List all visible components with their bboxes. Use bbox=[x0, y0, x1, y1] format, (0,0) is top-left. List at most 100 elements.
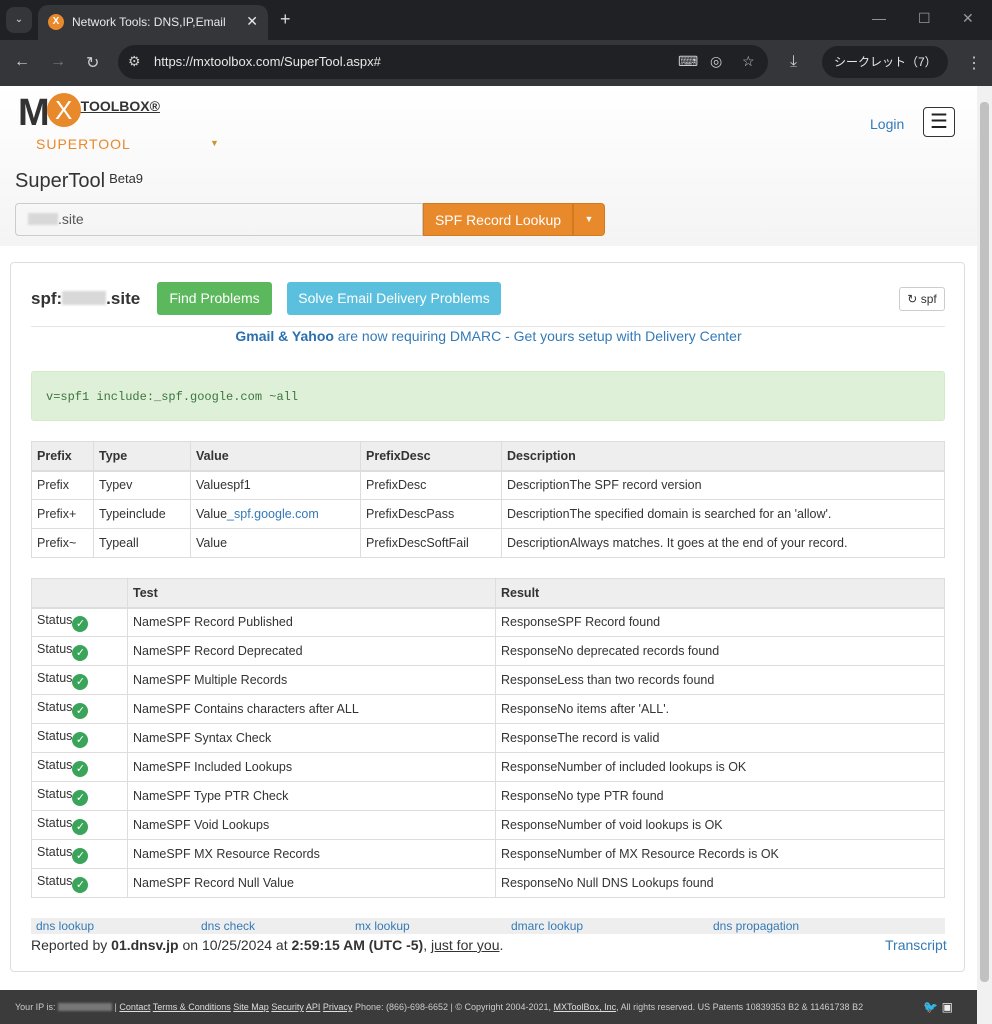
table-row: Status ✓ NameSPF Included Lookups ResponseN… bbox=[31, 752, 945, 782]
table-cell: DescriptionAlways matches. It goes at th… bbox=[501, 528, 945, 558]
table-cell: Prefix~ bbox=[31, 528, 94, 558]
check-icon: ✓ bbox=[72, 818, 89, 835]
solve-email-delivery-button[interactable]: Solve Email Delivery Problems bbox=[287, 282, 501, 315]
notice-text: are now requiring DMARC - Get yours setu… bbox=[333, 328, 742, 344]
browser-tab[interactable]: X Network Tools: DNS,IP,Email ✕ bbox=[38, 5, 268, 40]
table-row: Status ✓ NameSPF Record Published ResponseS… bbox=[31, 607, 945, 637]
caret-down-icon[interactable]: ▼ bbox=[210, 138, 219, 148]
table-row: Status ✓ NameSPF MX Resource Records Respon… bbox=[31, 839, 945, 869]
search-value: .site bbox=[58, 211, 84, 227]
column-header: Value bbox=[190, 441, 361, 472]
cell-text: NameSPF Void Lookups bbox=[133, 818, 270, 832]
table-cell: Typev bbox=[93, 470, 191, 500]
maximize-button[interactable]: ☐ bbox=[918, 10, 931, 27]
table-cell: ResponseNumber of MX Resource Records is… bbox=[495, 839, 945, 869]
cell-text: ResponseNumber of MX Resource Records is… bbox=[501, 847, 779, 861]
check-icon: ✓ bbox=[72, 760, 89, 777]
table-row: Prefix~ Typeall Value PrefixDescSoftFail Des… bbox=[31, 528, 945, 558]
include-domain-link[interactable]: _spf.google.com bbox=[227, 507, 319, 521]
star-icon[interactable]: ☆ bbox=[742, 53, 755, 70]
find-problems-button[interactable]: Find Problems bbox=[157, 282, 272, 315]
cell-text: NameSPF Record Null Value bbox=[133, 876, 294, 890]
table-cell: ResponseNumber of included lookups is OK bbox=[495, 752, 945, 782]
cell-text: ResponseNo items after 'ALL'. bbox=[501, 702, 670, 716]
close-window-button[interactable]: ✕ bbox=[962, 10, 974, 27]
cell-text: Status bbox=[37, 641, 73, 656]
eye-off-icon[interactable]: ◎ bbox=[710, 53, 722, 70]
column-header: Prefix bbox=[31, 441, 94, 472]
forward-icon[interactable]: → bbox=[50, 53, 66, 71]
mx-lookup-link[interactable]: mx lookup bbox=[355, 919, 410, 933]
cell-text: NameSPF Type PTR Check bbox=[133, 789, 289, 803]
table-cell: PrefixDescSoftFail bbox=[360, 528, 502, 558]
dmarc-lookup-link[interactable]: dmarc lookup bbox=[511, 919, 583, 933]
table-row: Prefix+ Typeinclude Value_spf.google.com Pr… bbox=[31, 499, 945, 529]
minimize-button[interactable]: — bbox=[872, 10, 886, 26]
spf-lookup-button[interactable]: SPF Record Lookup bbox=[423, 203, 573, 236]
footer-api-link[interactable]: API bbox=[306, 1002, 321, 1012]
address-bar[interactable]: ⚙ https://mxtoolbox.com/SuperTool.aspx# … bbox=[118, 45, 768, 79]
dns-propagation-link[interactable]: dns propagation bbox=[713, 919, 799, 933]
check-icon: ✓ bbox=[72, 847, 89, 864]
blog-icon[interactable]: ▣ bbox=[942, 1000, 953, 1014]
scrollbar-thumb[interactable] bbox=[980, 102, 989, 982]
lookup-dropdown-button[interactable]: ▼ bbox=[573, 203, 605, 236]
cell-text: Status bbox=[37, 670, 73, 685]
translate-icon[interactable]: ⌨ bbox=[678, 53, 698, 70]
footer-security-link[interactable]: Security bbox=[271, 1002, 304, 1012]
transcript-link[interactable]: Transcript bbox=[885, 937, 947, 953]
refresh-spf-button[interactable]: ↻ spf bbox=[899, 287, 945, 311]
tab-search-button[interactable]: ⌄ bbox=[6, 7, 32, 33]
table-cell: ResponseThe record is valid bbox=[495, 723, 945, 753]
cell-text: NameSPF MX Resource Records bbox=[133, 847, 320, 861]
close-tab-icon[interactable]: ✕ bbox=[246, 13, 258, 30]
page: M X TOOLBOX® SUPERTOOL ▼ Login ☰ SuperTool… bbox=[0, 86, 977, 1024]
download-icon[interactable]: ⤓ bbox=[790, 53, 797, 71]
just-for-you-link[interactable]: just for you bbox=[431, 937, 499, 953]
check-icon: ✓ bbox=[72, 731, 89, 748]
cell-text: Status bbox=[37, 699, 73, 714]
table-row: Status ✓ NameSPF Record Deprecated Response… bbox=[31, 636, 945, 666]
mxtoolbox-favicon-icon: X bbox=[48, 14, 64, 30]
table-cell: Typeinclude bbox=[93, 499, 191, 529]
hamburger-menu-button[interactable]: ☰ bbox=[923, 107, 955, 137]
cell-text: ResponseNo Null DNS Lookups found bbox=[501, 876, 714, 890]
table-cell: ResponseLess than two records found bbox=[495, 665, 945, 695]
new-tab-button[interactable]: + bbox=[280, 9, 291, 30]
cell-text: Status bbox=[37, 728, 73, 743]
mxtoolbox-logo[interactable]: M X TOOLBOX® SUPERTOOL bbox=[18, 92, 160, 152]
site-settings-icon[interactable]: ⚙ bbox=[128, 53, 141, 70]
table-cell: Status ✓ bbox=[31, 781, 128, 811]
column-header: Test bbox=[127, 578, 496, 609]
incognito-badge[interactable]: シークレット（7） bbox=[822, 46, 948, 78]
spf-record: v=spf1 include:_spf.google.com ~all bbox=[31, 371, 945, 421]
divider bbox=[31, 326, 945, 327]
table-cell: NameSPF Syntax Check bbox=[127, 723, 496, 753]
table-cell: NameSPF Record Published bbox=[127, 607, 496, 637]
footer-terms-link[interactable]: Terms & Conditions bbox=[153, 1002, 231, 1012]
footer-rights: , All rights reserved. US Patents 108393… bbox=[616, 1002, 864, 1012]
table-header-row: Test Result bbox=[31, 578, 945, 609]
table-row: Prefix Typev Valuespf1 PrefixDesc Descriptio… bbox=[31, 470, 945, 500]
back-icon[interactable]: ← bbox=[14, 53, 30, 71]
menu-dots-icon[interactable]: ⋮ bbox=[966, 53, 982, 73]
dns-lookup-link[interactable]: dns lookup bbox=[36, 919, 94, 933]
url-text: https://mxtoolbox.com/SuperTool.aspx# bbox=[154, 54, 381, 69]
table-cell: Prefix+ bbox=[31, 499, 94, 529]
dmarc-notice-link[interactable]: Gmail & Yahoo are now requiring DMARC - … bbox=[11, 328, 966, 344]
reload-icon[interactable]: ↻ bbox=[86, 53, 99, 73]
table-cell: DescriptionThe SPF record version bbox=[501, 470, 945, 500]
twitter-icon[interactable]: 🐦 bbox=[923, 1000, 938, 1014]
scrollbar[interactable] bbox=[977, 86, 992, 1024]
footer-sitemap-link[interactable]: Site Map bbox=[233, 1002, 269, 1012]
table-cell: Value_spf.google.com bbox=[190, 499, 361, 529]
tab-title: Network Tools: DNS,IP,Email bbox=[72, 15, 226, 29]
login-link[interactable]: Login bbox=[870, 116, 904, 132]
footer-privacy-link[interactable]: Privacy bbox=[323, 1002, 353, 1012]
table-cell: Typeall bbox=[93, 528, 191, 558]
search-input[interactable]: .site bbox=[15, 203, 423, 236]
cell-text: Status bbox=[37, 815, 73, 830]
footer-company-link[interactable]: MXToolBox, Inc bbox=[554, 1002, 617, 1012]
footer-contact-link[interactable]: Contact bbox=[119, 1002, 150, 1012]
dns-check-link[interactable]: dns check bbox=[201, 919, 255, 933]
